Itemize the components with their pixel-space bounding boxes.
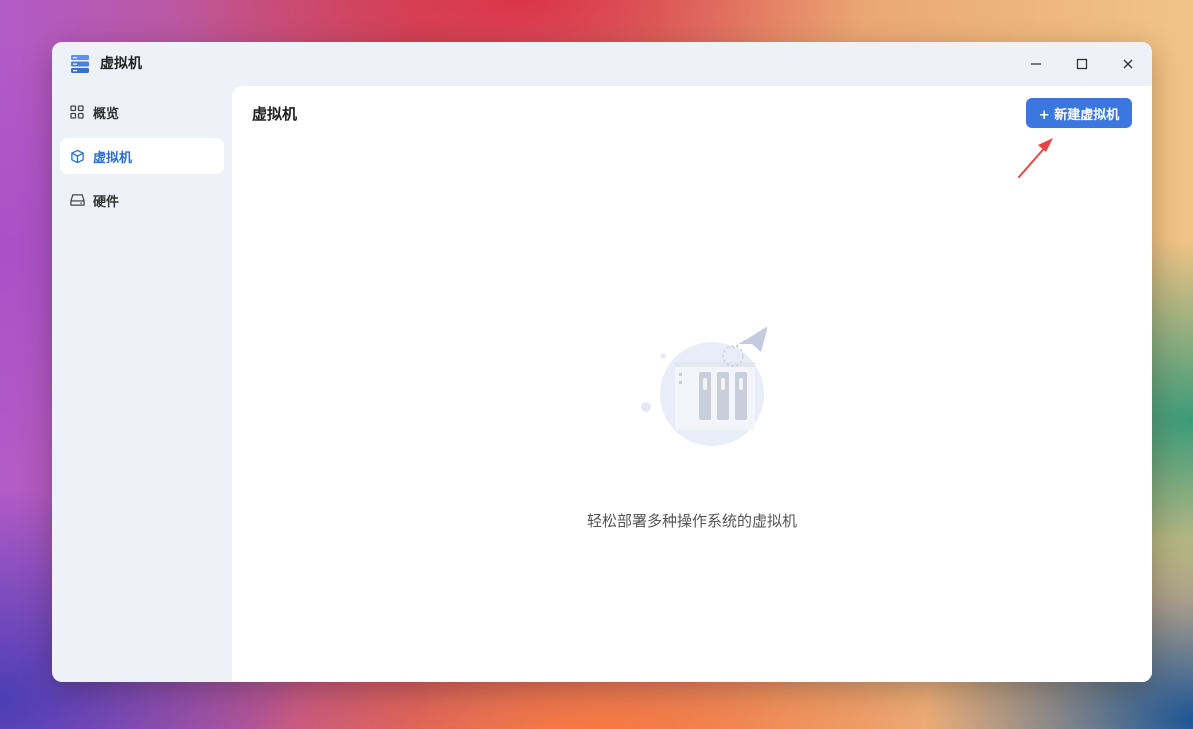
cube-icon [69, 148, 85, 164]
minimize-icon [1031, 63, 1041, 65]
sidebar-item-hardware[interactable]: 硬件 [60, 182, 224, 218]
drive-icon [69, 192, 85, 208]
sidebar-item-vm[interactable]: 虚拟机 [60, 138, 224, 174]
app-window: 虚拟机 概览 虚拟机 硬件 虚拟机 + 新建虚拟机 轻松部署多种操作系统的虚拟机 [52, 42, 1152, 682]
minimize-button[interactable] [1024, 52, 1048, 76]
sidebar: 概览 虚拟机 硬件 [52, 86, 232, 682]
empty-state-illustration-icon [641, 326, 767, 446]
close-icon [1123, 59, 1133, 69]
maximize-icon [1076, 58, 1088, 70]
maximize-button[interactable] [1070, 52, 1094, 76]
sidebar-item-label: 虚拟机 [93, 150, 133, 166]
sidebar-item-label: 概览 [93, 106, 120, 122]
annotation-arrow-icon [1018, 138, 1053, 178]
title-bar: 虚拟机 [52, 42, 1152, 86]
window-title: 虚拟机 [100, 56, 142, 72]
grid-icon [69, 104, 85, 120]
main-panel: 虚拟机 + 新建虚拟机 轻松部署多种操作系统的虚拟机 [232, 86, 1152, 682]
new-vm-button[interactable]: + 新建虚拟机 [1026, 98, 1132, 128]
sidebar-item-overview[interactable]: 概览 [60, 94, 224, 130]
page-title: 虚拟机 [252, 105, 298, 123]
sidebar-item-label: 硬件 [93, 194, 120, 210]
close-button[interactable] [1116, 52, 1140, 76]
server-stack-icon [70, 54, 90, 74]
empty-state-text: 轻松部署多种操作系统的虚拟机 [586, 512, 797, 530]
